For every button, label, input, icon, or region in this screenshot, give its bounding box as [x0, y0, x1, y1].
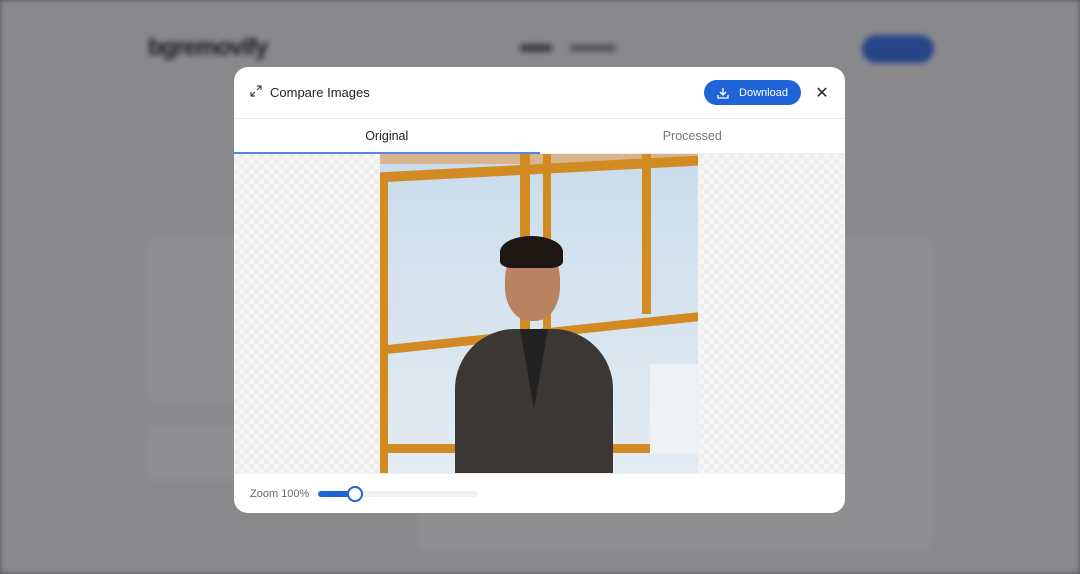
modal-title: Compare Images [270, 85, 370, 100]
download-button[interactable]: Download [704, 80, 801, 105]
zoom-label: Zoom 100% [250, 487, 310, 500]
compare-images-modal: Compare Images Download ✕ Original Proce… [234, 67, 845, 513]
tab-original[interactable]: Original [234, 119, 540, 154]
close-icon[interactable]: ✕ [815, 85, 829, 102]
zoom-slider-handle[interactable] [346, 485, 363, 502]
zoom-slider[interactable] [318, 485, 477, 502]
download-label: Download [739, 86, 788, 99]
original-image [380, 154, 698, 473]
download-icon [717, 87, 729, 99]
expand-icon[interactable] [250, 84, 262, 102]
tab-processed[interactable]: Processed [540, 119, 846, 153]
image-viewport[interactable] [234, 154, 845, 473]
